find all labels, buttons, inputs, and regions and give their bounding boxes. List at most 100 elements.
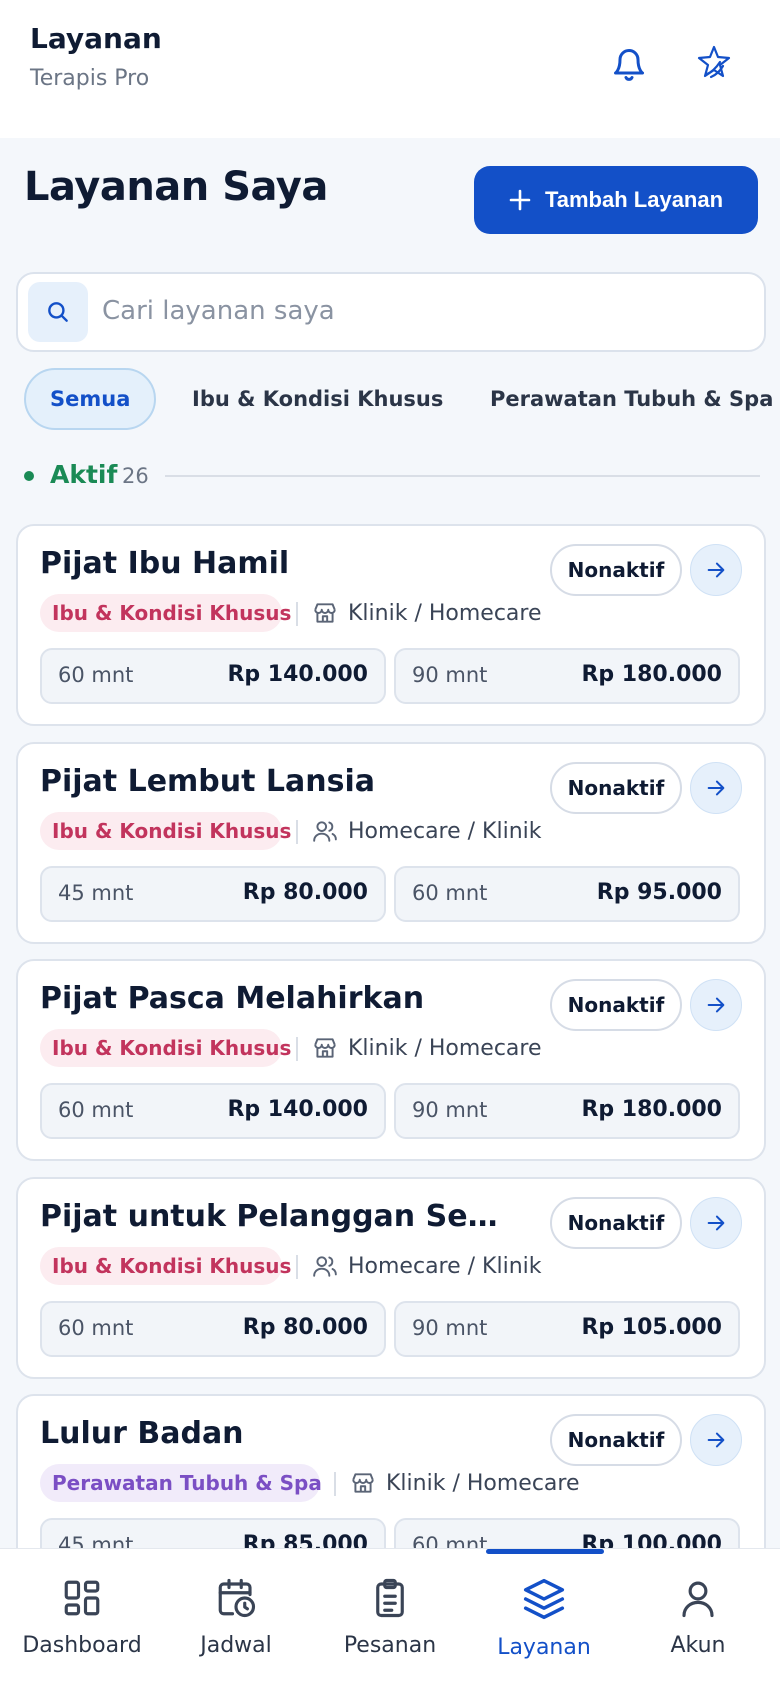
open-service-button[interactable]: [690, 979, 742, 1031]
add-service-label: Tambah Layanan: [544, 187, 724, 212]
nav-jadwal[interactable]: Jadwal: [161, 1577, 311, 1658]
divider: [296, 1037, 298, 1061]
price-duration: 60 mnt: [58, 1098, 134, 1122]
main-content: Layanan Saya Tambah Layanan Cari layanan…: [0, 138, 780, 1548]
service-card[interactable]: Pijat Pasca Melahirkan Nonaktif Ibu & Kond…: [16, 959, 766, 1161]
service-name: Pijat Lembut Lansia: [40, 764, 376, 799]
deactivate-button[interactable]: Nonaktif: [550, 979, 682, 1031]
nav-layanan[interactable]: Layanan: [469, 1577, 619, 1660]
price-amount: Rp 105.000: [581, 1315, 722, 1340]
price-option: 60 mnt Rp 80.000: [40, 1301, 386, 1357]
divider: [334, 1472, 336, 1496]
service-mode-label: Klinik / Homecare: [386, 1470, 580, 1496]
nav-dashboard[interactable]: Dashboard: [7, 1577, 157, 1658]
store-icon: [314, 603, 336, 623]
nav-label-jadwal: Jadwal: [200, 1633, 272, 1658]
app-header: Layanan Terapis Pro: [0, 0, 780, 138]
nav-pesanan[interactable]: Pesanan: [315, 1577, 465, 1658]
filter-chips: Semua Ibu & Kondisi Khusus Perawatan Tub…: [24, 368, 780, 430]
deactivate-button[interactable]: Nonaktif: [550, 1414, 682, 1466]
filter-chip-ibu-kondisi[interactable]: Ibu & Kondisi Khusus: [192, 368, 443, 430]
price-option: 45 mnt Rp 80.000: [40, 866, 386, 922]
price-duration: 60 mnt: [412, 1533, 488, 1548]
filter-chip-all[interactable]: Semua: [24, 368, 157, 430]
price-duration: 90 mnt: [412, 663, 488, 687]
price-amount: Rp 80.000: [242, 880, 368, 905]
section-count: 26: [122, 464, 149, 488]
open-service-button[interactable]: [690, 762, 742, 814]
plus-icon: [509, 189, 531, 211]
category-badge: Ibu & Kondisi Khusus: [40, 1247, 291, 1285]
service-mode: Klinik / Homecare: [312, 1029, 542, 1067]
price-option: 45 mnt Rp 85.000: [40, 1518, 386, 1548]
arrow-right-icon: [707, 780, 725, 796]
search-input[interactable]: Cari layanan saya: [16, 272, 766, 352]
price-amount: Rp 140.000: [227, 1097, 368, 1122]
service-name: Pijat untuk Pelanggan Sensiti…: [40, 1199, 500, 1234]
price-duration: 90 mnt: [412, 1098, 488, 1122]
service-mode-label: Homecare / Klinik: [348, 818, 542, 844]
service-mode-label: Klinik / Homecare: [348, 1035, 542, 1061]
price-option: 90 mnt Rp 180.000: [394, 648, 740, 704]
service-card[interactable]: Lulur Badan Nonaktif Perawatan Tubuh & Spa…: [16, 1394, 766, 1548]
price-amount: Rp 100.000: [581, 1532, 722, 1548]
service-name: Lulur Badan: [40, 1416, 244, 1451]
dashboard-icon: [64, 1580, 100, 1616]
price-amount: Rp 180.000: [581, 1097, 722, 1122]
open-service-button[interactable]: [690, 544, 742, 596]
service-card[interactable]: Pijat Ibu Hamil Nonaktif Ibu & Kondisi Khu…: [16, 524, 766, 726]
service-name: Pijat Ibu Hamil: [40, 546, 290, 581]
clipboard-icon: [376, 1578, 404, 1618]
active-dot: [24, 471, 34, 481]
app-subtitle: Terapis Pro: [30, 66, 150, 91]
service-name: Pijat Pasca Melahirkan: [40, 981, 425, 1016]
arrow-right-icon: [707, 562, 725, 578]
users-icon: [313, 1256, 337, 1277]
nav-label-layanan: Layanan: [497, 1635, 591, 1660]
open-service-button[interactable]: [690, 1197, 742, 1249]
price-option: 60 mnt Rp 100.000: [394, 1518, 740, 1548]
price-option: 60 mnt Rp 140.000: [40, 1083, 386, 1139]
bell-icon[interactable]: [601, 36, 657, 92]
service-mode: Klinik / Homecare: [350, 1464, 580, 1502]
price-amount: Rp 140.000: [227, 662, 368, 687]
add-service-button[interactable]: Tambah Layanan: [474, 166, 758, 234]
service-card[interactable]: Pijat Lembut Lansia Nonaktif Ibu & Kondisi…: [16, 742, 766, 944]
price-duration: 60 mnt: [58, 663, 134, 687]
nav-akun[interactable]: Akun: [623, 1577, 773, 1658]
price-duration: 60 mnt: [412, 881, 488, 905]
service-card[interactable]: Pijat untuk Pelanggan Sensiti… Nonaktif Ib…: [16, 1177, 766, 1379]
category-badge: Perawatan Tubuh & Spa: [40, 1464, 322, 1502]
active-nav-indicator: [486, 1549, 604, 1554]
store-icon: [314, 1038, 336, 1058]
nav-label-dashboard: Dashboard: [22, 1633, 142, 1658]
price-duration: 60 mnt: [58, 1316, 134, 1340]
nav-label-akun: Akun: [670, 1633, 726, 1658]
category-badge: Ibu & Kondisi Khusus: [40, 594, 291, 632]
price-duration: 45 mnt: [58, 1533, 134, 1548]
layers-icon: [523, 1578, 565, 1620]
price-amount: Rp 95.000: [596, 880, 722, 905]
category-badge: Ibu & Kondisi Khusus: [40, 812, 291, 850]
price-amount: Rp 80.000: [242, 1315, 368, 1340]
nav-label-pesanan: Pesanan: [343, 1633, 437, 1658]
store-icon: [352, 1473, 374, 1493]
deactivate-button[interactable]: Nonaktif: [550, 544, 682, 596]
divider: [296, 820, 298, 844]
price-option: 60 mnt Rp 95.000: [394, 866, 740, 922]
search-placeholder: Cari layanan saya: [102, 296, 335, 326]
price-duration: 90 mnt: [412, 1316, 488, 1340]
deactivate-button[interactable]: Nonaktif: [550, 762, 682, 814]
filter-chip-perawatan-spa[interactable]: Perawatan Tubuh & Spa: [490, 368, 773, 430]
price-amount: Rp 85.000: [242, 1532, 368, 1548]
open-service-button[interactable]: [690, 1414, 742, 1466]
price-option: 60 mnt Rp 140.000: [40, 648, 386, 704]
brand-logo-icon[interactable]: [686, 36, 742, 92]
deactivate-button[interactable]: Nonaktif: [550, 1197, 682, 1249]
category-badge: Ibu & Kondisi Khusus: [40, 1029, 291, 1067]
user-icon: [682, 1581, 714, 1618]
section-header-active: Aktif 26: [22, 460, 762, 490]
arrow-right-icon: [707, 1215, 725, 1231]
service-mode: Klinik / Homecare: [312, 594, 542, 632]
page-title: Layanan Saya: [24, 164, 328, 210]
